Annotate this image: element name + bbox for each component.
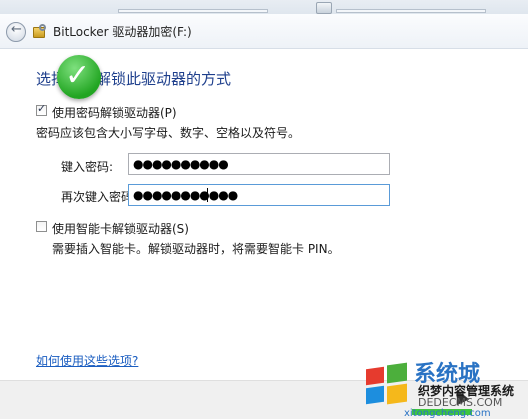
password-note: 密码应该包含大小写字母、数字、空格以及符号。 xyxy=(36,126,301,140)
reenter-password-input[interactable]: ●●●●●●●●●●● xyxy=(128,184,390,206)
smartcard-option-label: 使用智能卡解锁驱动器(S) xyxy=(52,222,189,236)
background-explorer-strip xyxy=(0,0,528,14)
password-checkbox[interactable] xyxy=(36,102,47,116)
enter-password-label: 键入密码: xyxy=(61,160,114,174)
green-check-badge: ✓ xyxy=(57,55,101,99)
watermark: 系统城 织梦内容管理系统 DEDECMS.COM xitongcheng.com xyxy=(366,356,526,419)
drive-usage-bar xyxy=(336,9,486,13)
wizard-content: 选择希望解锁此驱动器的方式 使用密码解锁驱动器(P) 密码应该包含大小写字母、数… xyxy=(23,48,503,378)
check-icon: ✓ xyxy=(65,58,91,93)
window-title: BitLocker 驱动器加密(F:) xyxy=(53,25,192,39)
windows-logo-icon xyxy=(366,362,410,408)
password-input[interactable]: ●●●●●●●●●● xyxy=(128,153,390,175)
help-link[interactable]: 如何使用这些选项? xyxy=(36,352,138,369)
reenter-password-value: ●●●●●●●●●●● xyxy=(133,188,238,202)
password-value: ●●●●●●●●●● xyxy=(133,157,229,171)
smartcard-note: 需要插入智能卡。解锁驱动器时，将需要智能卡 PIN。 xyxy=(52,242,340,256)
bitlocker-key-icon xyxy=(33,24,47,38)
reenter-password-label: 再次键入密码: xyxy=(61,190,138,204)
back-arrow-icon: ← xyxy=(11,22,22,37)
back-button[interactable]: ← xyxy=(6,22,26,42)
password-option-label: 使用密码解锁驱动器(P) xyxy=(52,106,177,120)
title-bar: ← BitLocker 驱动器加密(F:) xyxy=(0,14,528,49)
drive-usage-bar xyxy=(118,9,268,13)
text-caret xyxy=(207,188,208,202)
smartcard-checkbox[interactable] xyxy=(36,221,47,232)
drive-icon xyxy=(316,2,332,14)
watermark-sub: xitongcheng.com xyxy=(404,408,491,419)
